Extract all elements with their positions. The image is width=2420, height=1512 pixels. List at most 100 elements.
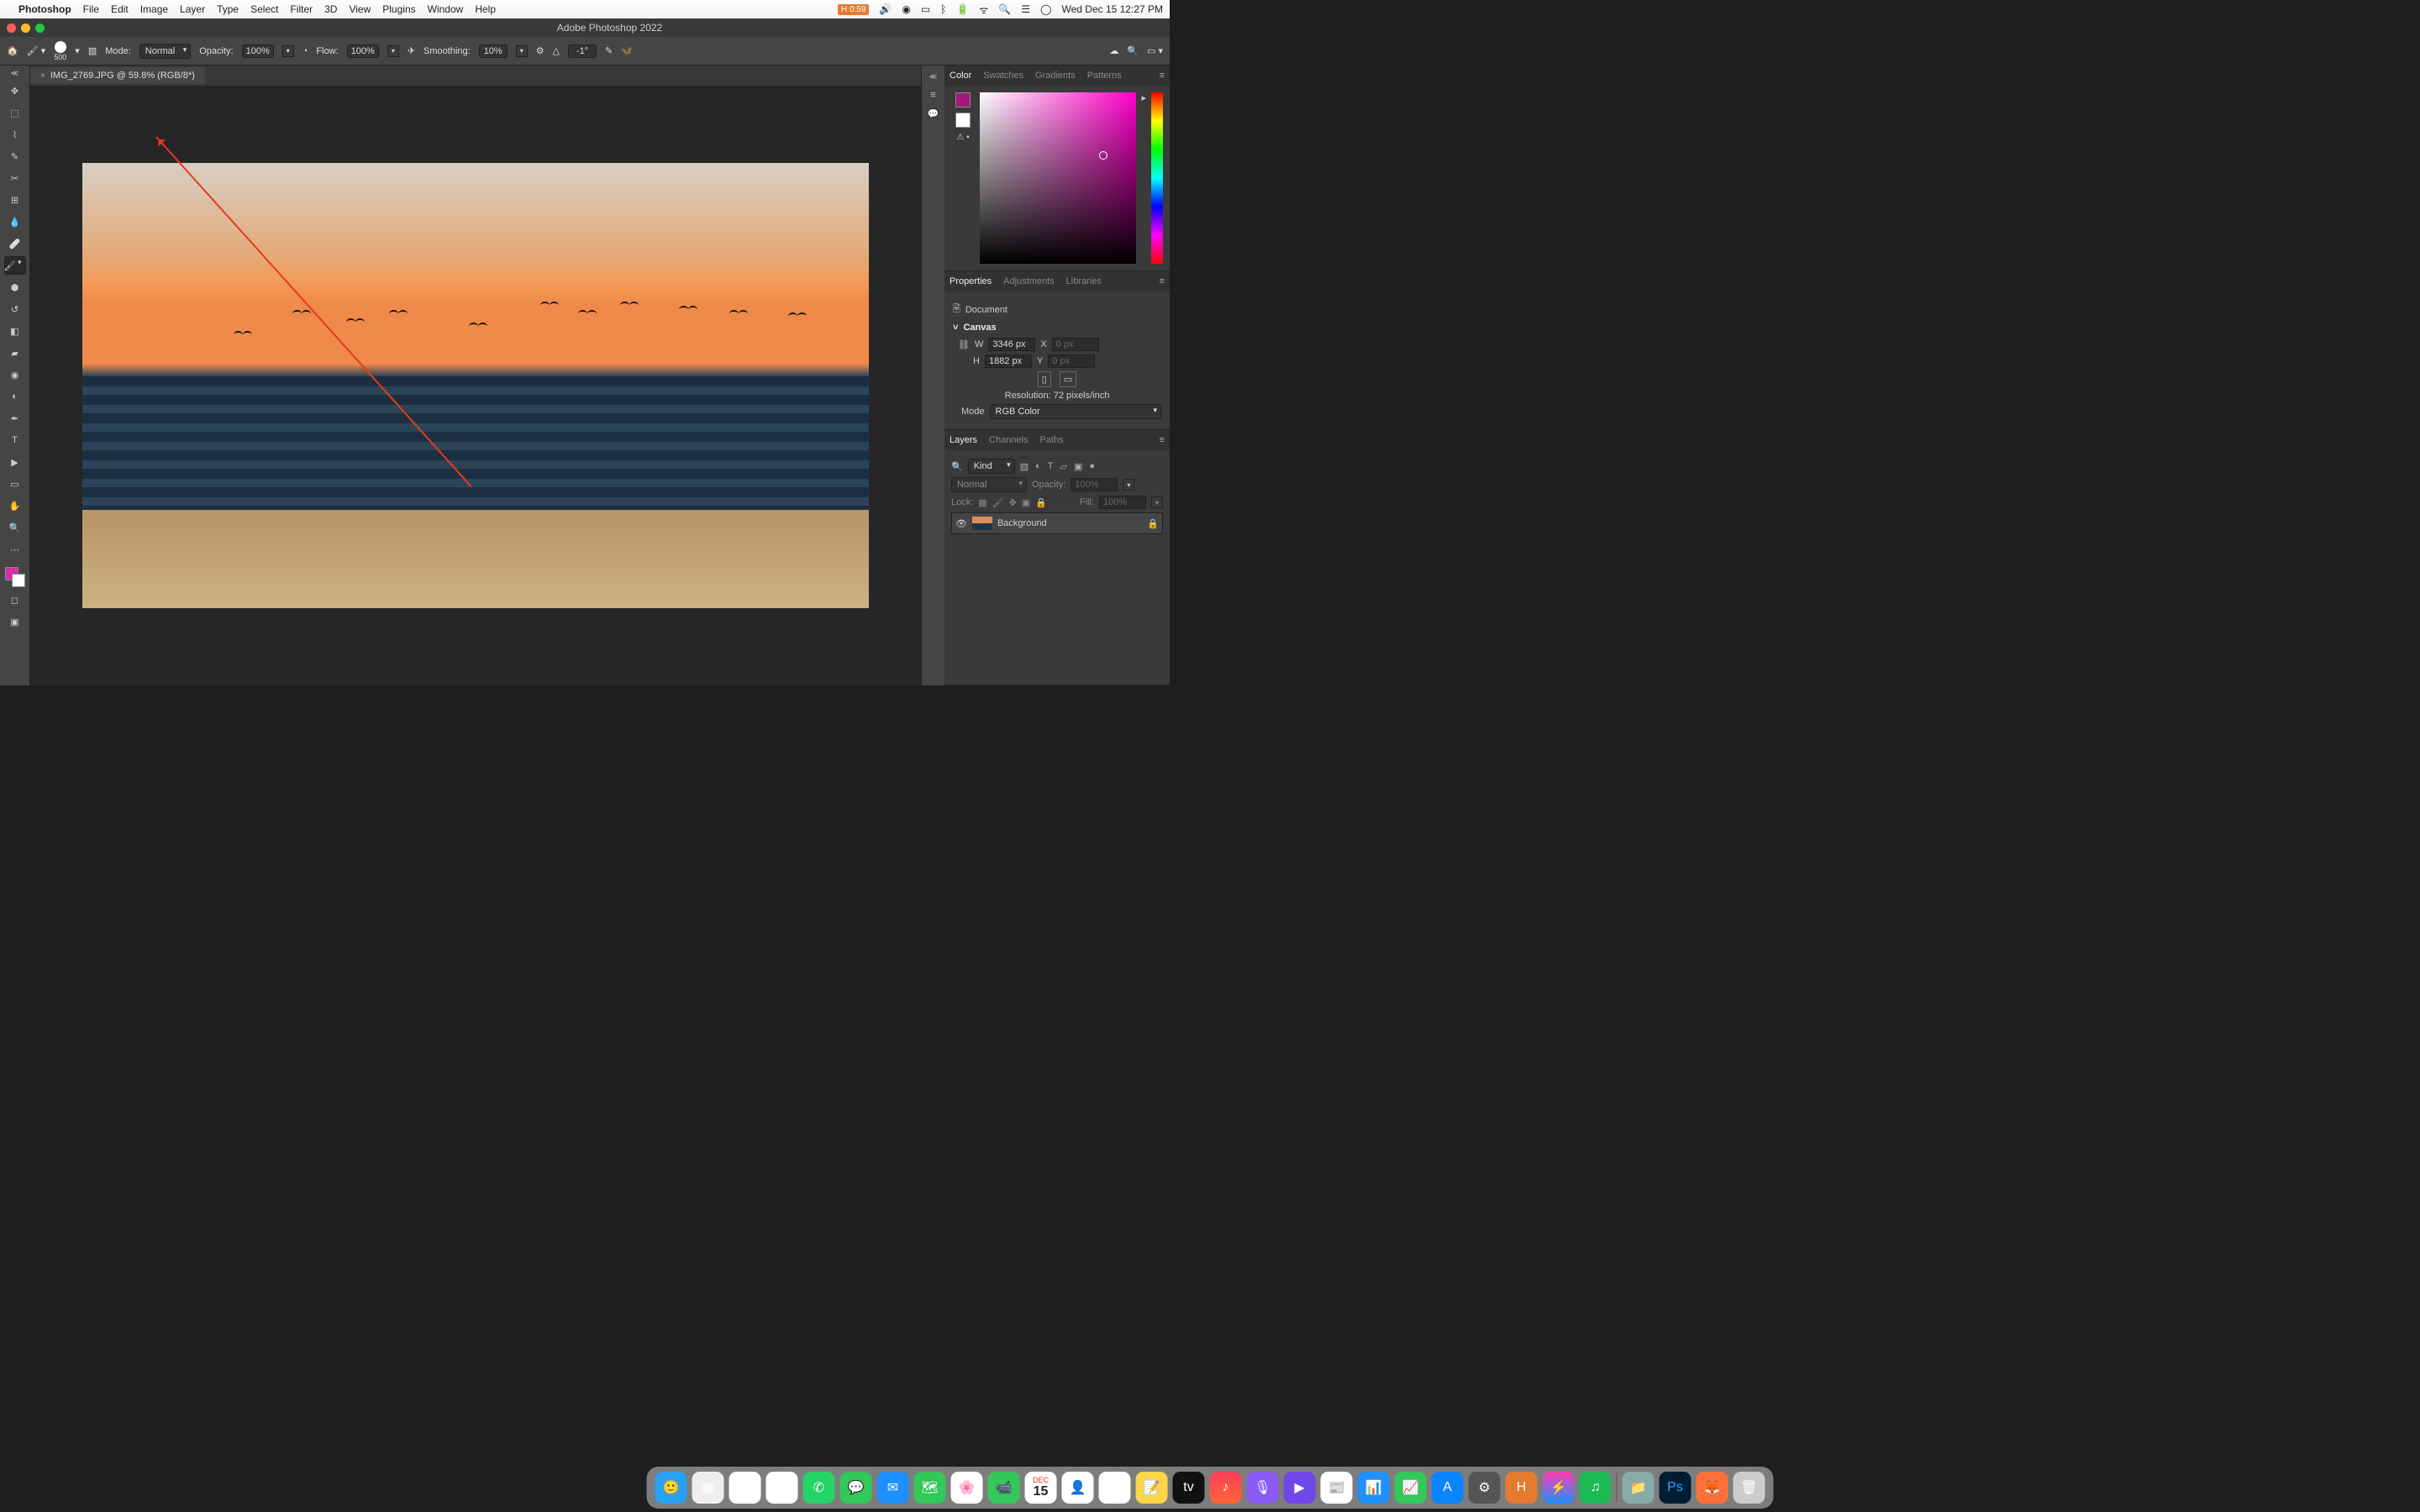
screen-mode-icon[interactable]: ▣ <box>4 612 26 631</box>
dock-downloads[interactable]: 📁 <box>1623 1472 1655 1504</box>
tab-adjustments[interactable]: Adjustments <box>1003 276 1055 286</box>
filter-shape-icon[interactable]: ▱ <box>1060 461 1067 472</box>
smoothing-field[interactable]: 10% <box>479 45 508 58</box>
tool-preset-icon[interactable]: 🖌 ▾ <box>27 45 46 56</box>
panel-icon[interactable]: 💬 <box>928 108 939 119</box>
lock-image-icon[interactable]: 🖌 <box>992 497 1004 508</box>
volume-icon[interactable]: 🔊 <box>879 3 892 15</box>
search-icon[interactable]: 🔍 <box>951 461 963 472</box>
symmetry-icon[interactable]: 🦋 <box>621 45 633 56</box>
dock-photos[interactable]: 🌸 <box>951 1472 983 1504</box>
lock-all-icon[interactable]: 🔒 <box>1035 497 1047 508</box>
healing-brush-tool[interactable]: 🩹 <box>4 234 26 253</box>
display-icon[interactable]: ▭ <box>921 3 930 15</box>
dock-numbers[interactable]: 📈 <box>1395 1472 1427 1504</box>
opacity-field[interactable]: 100% <box>242 45 274 58</box>
color-field[interactable] <box>980 92 1136 264</box>
layer-opacity-field[interactable]: 100% <box>1071 478 1118 491</box>
menu-select[interactable]: Select <box>250 3 278 15</box>
history-brush-tool[interactable]: ↺ <box>4 300 26 318</box>
dock-settings[interactable]: ⚙ <box>1469 1472 1501 1504</box>
bluetooth-icon[interactable]: ᛒ <box>940 3 946 15</box>
airbrush-icon[interactable]: ✈ <box>408 45 415 56</box>
tab-paths[interactable]: Paths <box>1040 435 1064 445</box>
dock-appstore[interactable]: A <box>1432 1472 1464 1504</box>
search-icon[interactable]: 🔍 <box>1127 45 1139 56</box>
path-select-tool[interactable]: ▶ <box>4 453 26 471</box>
dock-messenger[interactable]: ⚡ <box>1543 1472 1575 1504</box>
gradient-tool[interactable]: ▰ <box>4 344 26 362</box>
frame-tool[interactable]: ⊞ <box>4 191 26 209</box>
color-mode-select[interactable]: RGB Color <box>990 404 1161 419</box>
panel-menu-icon[interactable]: ≡ <box>1160 276 1165 286</box>
tab-channels[interactable]: Channels <box>989 435 1028 445</box>
filter-kind-select[interactable]: Kind <box>968 459 1015 474</box>
canvas-section-header[interactable]: ˅Canvas <box>953 323 1161 333</box>
dock-launchpad[interactable]: ▦ <box>692 1472 724 1504</box>
menu-file[interactable]: File <box>83 3 99 15</box>
dock-trash[interactable]: 🗑 <box>1733 1472 1765 1504</box>
orientation-landscape-icon[interactable]: ▭ <box>1060 371 1076 387</box>
layer-opacity-dropdown[interactable]: ▾ <box>1123 479 1134 491</box>
dock-calendar[interactable]: DEC15 <box>1025 1472 1057 1504</box>
flow-field[interactable]: 100% <box>347 45 379 58</box>
dodge-tool[interactable]: ◐ <box>4 387 26 406</box>
close-window-button[interactable] <box>7 24 16 33</box>
dock-firefox[interactable]: 🦊 <box>1697 1472 1728 1504</box>
lock-transparency-icon[interactable]: ▦ <box>978 497 986 508</box>
panel-collapse-icon[interactable]: ≪ <box>929 72 937 81</box>
menu-help[interactable]: Help <box>475 3 496 15</box>
brush-settings-icon[interactable]: ▧ <box>88 45 97 56</box>
chevron-down-icon[interactable]: ▾ <box>75 45 80 56</box>
menu-plugins[interactable]: Plugins <box>382 3 415 15</box>
menu-layer[interactable]: Layer <box>180 3 205 15</box>
panel-icon[interactable]: ≡ <box>930 90 935 100</box>
menu-type[interactable]: Type <box>217 3 239 15</box>
close-tab-icon[interactable]: × <box>40 71 45 81</box>
gamut-warning-icon[interactable]: ⚠ ▪ <box>956 133 969 142</box>
dock-h-app[interactable]: H <box>1506 1472 1538 1504</box>
tab-color[interactable]: Color <box>950 71 971 81</box>
menu-window[interactable]: Window <box>428 3 464 15</box>
cloud-docs-icon[interactable]: ☁ <box>1109 45 1118 56</box>
app-name[interactable]: Photoshop <box>18 3 71 15</box>
panel-menu-icon[interactable]: ≡ <box>1160 435 1165 445</box>
dock-chrome[interactable]: ◉ <box>729 1472 761 1504</box>
filter-toggle-icon[interactable]: ● <box>1089 461 1095 472</box>
menu-edit[interactable]: Edit <box>111 3 129 15</box>
height-field[interactable]: 1882 px <box>985 354 1032 368</box>
orientation-portrait-icon[interactable]: ▯ <box>1038 371 1051 387</box>
dock-clips[interactable]: ▶ <box>1284 1472 1316 1504</box>
spotlight-icon[interactable]: 🔍 <box>998 3 1011 15</box>
crop-tool[interactable]: ✂ <box>4 169 26 187</box>
smoothing-options-icon[interactable]: ⚙ <box>536 45 544 56</box>
opacity-dropdown[interactable]: ▾ <box>282 45 294 57</box>
dock-notes[interactable]: 📝 <box>1136 1472 1168 1504</box>
shape-tool[interactable]: ▭ <box>4 475 26 493</box>
move-tool[interactable]: ✥ <box>4 81 26 100</box>
visibility-icon[interactable]: 👁 <box>955 518 967 529</box>
foreground-background-color[interactable] <box>5 567 25 587</box>
clone-stamp-tool[interactable]: ⬢ <box>4 278 26 297</box>
filter-pixel-icon[interactable]: ▧ <box>1020 461 1028 472</box>
smoothing-dropdown[interactable]: ▾ <box>516 45 528 57</box>
filter-adjust-icon[interactable]: ◐ <box>1035 461 1041 472</box>
blur-tool[interactable]: ◉ <box>4 365 26 384</box>
menu-image[interactable]: Image <box>140 3 168 15</box>
lock-position-icon[interactable]: ✥ <box>1009 497 1017 508</box>
layer-name[interactable]: Background <box>997 518 1047 528</box>
lock-artboard-icon[interactable]: ▣ <box>1022 497 1030 508</box>
home-icon[interactable]: 🏠 <box>7 45 18 56</box>
play-icon[interactable]: ◉ <box>902 3 910 15</box>
document-tab[interactable]: × IMG_2769.JPG @ 59.8% (RGB/8*) <box>30 67 205 84</box>
background-swatch[interactable] <box>955 113 971 128</box>
layer-thumbnail[interactable] <box>972 517 992 530</box>
pen-tool[interactable]: ✒ <box>4 409 26 428</box>
brush-tool[interactable]: 🖌 <box>4 256 26 275</box>
dock-mail[interactable]: ✉ <box>877 1472 909 1504</box>
menu-3d[interactable]: 3D <box>324 3 337 15</box>
tab-swatches[interactable]: Swatches <box>983 71 1023 81</box>
filter-type-icon[interactable]: T <box>1048 461 1054 472</box>
minimize-window-button[interactable] <box>21 24 30 33</box>
dock-podcasts[interactable]: 🎙 <box>1247 1472 1279 1504</box>
